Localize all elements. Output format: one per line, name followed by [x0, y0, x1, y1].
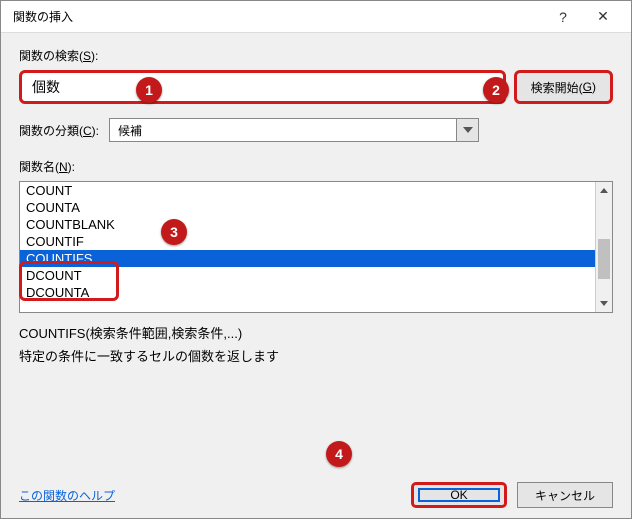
- function-description: 特定の条件に一致するセルの個数を返します: [19, 346, 613, 365]
- list-item[interactable]: COUNT: [20, 182, 595, 199]
- dialog-body: 関数の検索(S): 検索開始(G) 関数の分類(C): 候補 関数名(N):: [1, 33, 631, 518]
- annotation-badge: 2: [483, 77, 509, 103]
- annotation-badge: 3: [161, 219, 187, 245]
- function-listbox[interactable]: COUNT COUNTA COUNTBLANK COUNTIF COUNTIFS…: [19, 181, 613, 313]
- annotation-badge: 4: [326, 441, 352, 467]
- category-select[interactable]: 候補: [109, 118, 479, 142]
- scroll-thumb[interactable]: [598, 239, 610, 279]
- scrollbar[interactable]: [595, 182, 612, 312]
- close-button[interactable]: ✕: [583, 3, 623, 31]
- chevron-down-icon[interactable]: [456, 119, 478, 141]
- list-item[interactable]: COUNTBLANK: [20, 216, 595, 233]
- help-link[interactable]: この関数のヘルプ: [19, 487, 115, 504]
- search-start-button[interactable]: 検索開始(G): [514, 70, 613, 104]
- category-label: 関数の分類(C):: [19, 122, 99, 139]
- dialog-title: 関数の挿入: [13, 8, 543, 25]
- function-name-label: 関数名(N):: [19, 158, 613, 175]
- function-syntax: COUNTIFS(検索条件範囲,検索条件,...): [19, 323, 613, 342]
- scroll-up-icon[interactable]: [596, 182, 612, 199]
- list-item[interactable]: DCOUNT: [20, 267, 595, 284]
- annotation-badge: 1: [136, 77, 162, 103]
- search-input[interactable]: [19, 70, 506, 104]
- category-row: 関数の分類(C): 候補: [19, 118, 613, 142]
- function-list: COUNT COUNTA COUNTBLANK COUNTIF COUNTIFS…: [20, 182, 595, 312]
- search-row: 検索開始(G): [19, 70, 613, 104]
- list-item-selected[interactable]: COUNTIFS: [20, 250, 595, 267]
- cancel-button[interactable]: キャンセル: [517, 482, 613, 508]
- scroll-down-icon[interactable]: [596, 295, 612, 312]
- help-button[interactable]: ?: [543, 3, 583, 31]
- category-value: 候補: [110, 119, 456, 141]
- insert-function-dialog: 関数の挿入 ? ✕ 関数の検索(S): 検索開始(G) 関数の分類(C): 候補: [0, 0, 632, 519]
- list-item[interactable]: COUNTIF: [20, 233, 595, 250]
- list-item[interactable]: DCOUNTA: [20, 284, 595, 301]
- search-label: 関数の検索(S):: [19, 47, 613, 64]
- scroll-track[interactable]: [596, 199, 612, 295]
- footer: この関数のヘルプ OK キャンセル: [19, 472, 613, 508]
- list-item[interactable]: COUNTA: [20, 199, 595, 216]
- ok-button[interactable]: OK: [411, 482, 507, 508]
- titlebar: 関数の挿入 ? ✕: [1, 1, 631, 33]
